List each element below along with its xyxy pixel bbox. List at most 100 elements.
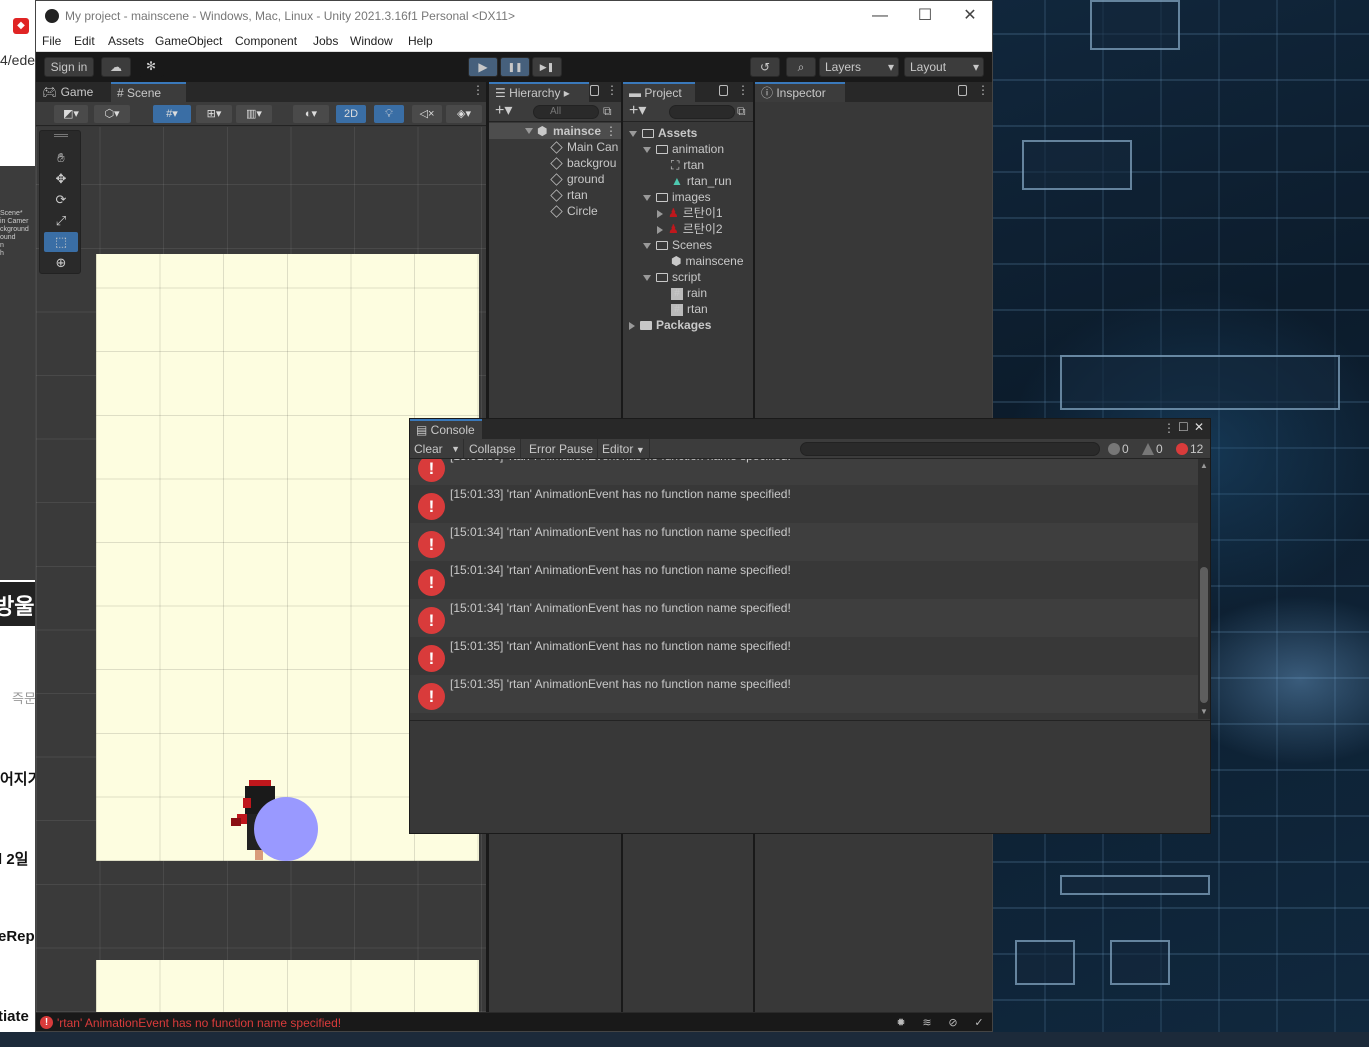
console-log-entry[interactable]: ! [15:01:33] 'rtan' AnimationEvent has no…	[410, 459, 1198, 485]
play-button[interactable]: ▶	[468, 57, 498, 77]
grid-snap-icon[interactable]: #▾	[153, 105, 191, 123]
minimize-button[interactable]: —	[857, 5, 903, 27]
kebab-menu-icon[interactable]: ⋮	[606, 83, 618, 97]
background-sprite[interactable]	[96, 960, 479, 1012]
project-item[interactable]: ⛶ rtan	[671, 157, 704, 173]
bug-icon[interactable]: ✹	[894, 1016, 908, 1030]
console-log-entry[interactable]: ! [15:01:34] 'rtan' AnimationEvent has no…	[410, 523, 1198, 561]
menu-help[interactable]: Help	[408, 34, 433, 48]
hierarchy-item[interactable]: ground	[550, 171, 604, 187]
project-item[interactable]: ⬢ mainscene	[671, 253, 744, 269]
hierarchy-item[interactable]: rtan	[550, 187, 588, 203]
sign-in-button[interactable]: Sign in	[44, 57, 94, 77]
error-pause-button[interactable]: Error Pause	[525, 439, 599, 459]
editor-dropdown[interactable]: Editor ▼	[598, 439, 650, 459]
lighting-icon[interactable]: 💡︎	[374, 105, 404, 123]
draw-mode-icon[interactable]: ◩▾	[54, 105, 88, 123]
hierarchy-search-input[interactable]: All	[533, 105, 599, 119]
error-count-toggle[interactable]: 12	[1176, 441, 1203, 457]
kebab-menu-icon[interactable]: ⋮	[977, 83, 989, 97]
audio-mute-icon[interactable]: ◁×	[412, 105, 442, 123]
expand-arrow-icon[interactable]	[643, 146, 651, 153]
kebab-menu-icon[interactable]: ⋮	[472, 83, 484, 97]
project-item[interactable]: # rain	[671, 285, 707, 301]
console-log-entry[interactable]: ! [15:01:35] 'rtan' AnimationEvent has no…	[410, 637, 1198, 675]
project-item[interactable]: ♟ 르탄이2	[657, 221, 723, 237]
menu-window[interactable]: Window	[350, 34, 393, 48]
close-icon[interactable]: ✕	[1194, 420, 1204, 434]
collab-icon[interactable]: ✻	[138, 57, 164, 77]
title-bar[interactable]: My project - mainscene - Windows, Mac, L…	[36, 1, 992, 32]
network-icon[interactable]: ⊘	[946, 1016, 960, 1030]
collapse-arrow-icon[interactable]	[657, 209, 663, 218]
history-icon[interactable]: ↺	[750, 57, 780, 77]
project-item[interactable]: ♟ 르탄이1	[657, 205, 723, 221]
console-search-input[interactable]	[800, 442, 1100, 456]
hierarchy-item[interactable]: Circle	[550, 203, 598, 219]
project-item[interactable]: Assets	[629, 125, 697, 141]
layers-dropdown[interactable]: Layers ▾	[819, 57, 899, 77]
clear-button[interactable]: Clear ▼	[410, 439, 464, 459]
hierarchy-item[interactable]: backgrou	[550, 155, 616, 171]
rotate-tool-icon[interactable]: ⟳	[44, 190, 78, 210]
scroll-down-icon[interactable]: ▼	[1200, 707, 1208, 716]
menu-jobs[interactable]: Jobs	[313, 34, 338, 48]
orientation-icon[interactable]: ◐▾	[293, 105, 329, 123]
project-item[interactable]: Scenes	[643, 237, 712, 253]
kebab-menu-icon[interactable]: ⋮	[737, 83, 749, 97]
tab-inspector[interactable]: ⓘ Inspector	[755, 82, 845, 102]
warning-count-toggle[interactable]: 0	[1142, 441, 1163, 457]
menu-component[interactable]: Component	[235, 34, 297, 48]
console-detail-area[interactable]	[410, 720, 1210, 833]
drag-handle-icon[interactable]	[54, 134, 68, 137]
effects-icon[interactable]: ◈▾	[446, 105, 482, 123]
tab-scene[interactable]: # Scene	[111, 82, 186, 102]
maximize-icon[interactable]: ☐	[1178, 420, 1189, 434]
hand-tool-icon[interactable]: ✋︎	[44, 148, 78, 168]
tab-game[interactable]: 🎮︎ Game	[36, 82, 108, 102]
rect-tool-icon[interactable]: ⬚	[44, 232, 78, 252]
log-count-toggle[interactable]: 0	[1108, 441, 1129, 457]
lock-icon[interactable]	[719, 85, 728, 96]
tab-hierarchy[interactable]: ☰ Hierarchy ▸	[489, 82, 589, 102]
cloud-icon[interactable]: ☁	[101, 57, 131, 77]
stack-icon[interactable]: ≋	[920, 1016, 934, 1030]
project-item[interactable]: images	[643, 189, 711, 205]
layout-dropdown[interactable]: Layout ▾	[904, 57, 984, 77]
shading-mode-icon[interactable]: ⬡▾	[94, 105, 130, 123]
console-log-entry[interactable]: ! [15:01:35] 'rtan' AnimationEvent has no…	[410, 675, 1198, 713]
lock-icon[interactable]	[958, 85, 967, 96]
console-log-entry[interactable]: ! [15:01:34] 'rtan' AnimationEvent has no…	[410, 561, 1198, 599]
menu-file[interactable]: File	[42, 34, 61, 48]
console-log-list[interactable]: ! [15:01:33] 'rtan' AnimationEvent has no…	[410, 459, 1198, 719]
hierarchy-item[interactable]: Main Can	[550, 139, 618, 155]
kebab-menu-icon[interactable]: ⋮	[1163, 421, 1175, 435]
expand-arrow-icon[interactable]	[643, 274, 651, 281]
collapse-arrow-icon[interactable]	[629, 321, 635, 330]
expand-arrow-icon[interactable]	[643, 194, 651, 201]
maximize-button[interactable]: ☐	[902, 5, 948, 27]
kebab-menu-icon[interactable]: ⋮	[605, 123, 617, 139]
project-search-input[interactable]	[669, 105, 735, 119]
status-bar[interactable]: ! 'rtan' AnimationEvent has no function …	[36, 1012, 992, 1031]
project-item[interactable]: # rtan	[671, 301, 708, 317]
check-icon[interactable]: ✓	[972, 1016, 986, 1030]
tab-project[interactable]: ▬ Project	[623, 82, 695, 102]
close-button[interactable]: ✕	[947, 5, 993, 27]
transform-tool-icon[interactable]: ⊕	[44, 253, 78, 273]
move-tool-icon[interactable]: ✥	[44, 169, 78, 189]
create-button[interactable]: +▾	[629, 102, 646, 120]
expand-arrow-icon[interactable]	[525, 128, 533, 134]
project-item[interactable]: script	[643, 269, 701, 285]
status-message[interactable]: 'rtan' AnimationEvent has no function na…	[57, 1016, 341, 1030]
menu-edit[interactable]: Edit	[74, 34, 95, 48]
menu-assets[interactable]: Assets	[108, 34, 144, 48]
lock-icon[interactable]	[590, 85, 599, 96]
scale-tool-icon[interactable]: ⤢	[44, 211, 78, 231]
project-item[interactable]: Packages	[629, 317, 711, 333]
gizmo-icon[interactable]: ▥▾	[236, 105, 272, 123]
console-log-entry[interactable]: ! [15:01:34] 'rtan' AnimationEvent has no…	[410, 599, 1198, 637]
scene-root-item[interactable]: ⬢ mainsce ⋮	[489, 123, 621, 139]
tab-console[interactable]: ▤ Console	[410, 419, 482, 439]
collapse-arrow-icon[interactable]	[657, 225, 663, 234]
